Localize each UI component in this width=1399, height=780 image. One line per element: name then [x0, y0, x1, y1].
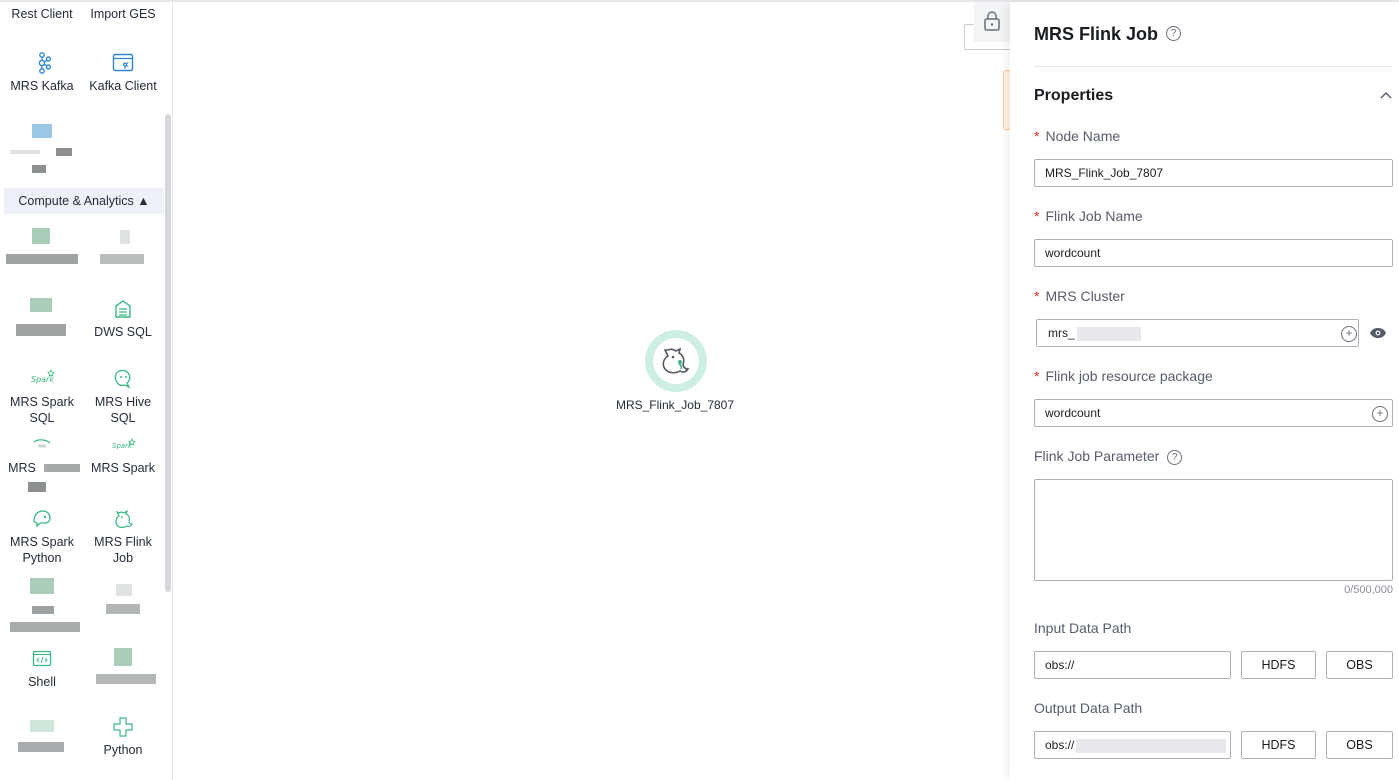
palette-item-mrs-spark-sql[interactable]: Spark MRS Spark SQL: [2, 368, 82, 426]
mrs-cluster-select[interactable]: mrs_: [1036, 319, 1359, 347]
redacted-text: [1076, 326, 1141, 341]
palette-item-label: MRS: [8, 461, 36, 475]
palette-item-label: MRS Spark: [91, 461, 155, 475]
node-palette: Rest Client Import GES MRS Kafka Kafka C…: [2, 2, 173, 780]
kafka-icon: [2, 52, 82, 74]
output-obs-button[interactable]: OBS: [1326, 731, 1393, 759]
canvas-lock-button[interactable]: [974, 2, 1010, 42]
palette-scrollbar[interactable]: [164, 2, 172, 780]
field-label-text: MRS Cluster: [1045, 288, 1125, 304]
add-resource-icon[interactable]: +: [1372, 406, 1388, 422]
eye-icon[interactable]: [1369, 326, 1387, 343]
palette-item-shell[interactable]: Shell: [2, 648, 82, 690]
field-label-job-parameter: Flink Job Parameter?: [1034, 448, 1183, 465]
resource-package-select[interactable]: wordcount: [1034, 399, 1393, 427]
field-label-flink-job-name: * Flink Job Name: [1034, 208, 1143, 224]
hadoop-icon: [2, 438, 82, 456]
panel-title: MRS Flink Job?: [1034, 24, 1182, 45]
palette-item-mrs-flink-job[interactable]: MRS Flink Job: [83, 508, 163, 566]
input-obs-button[interactable]: OBS: [1326, 651, 1393, 679]
spark-icon: Spark: [2, 368, 82, 390]
flink-job-name-input[interactable]: wordcount: [1034, 239, 1393, 267]
field-label-input-path: Input Data Path: [1034, 620, 1131, 636]
section-title-properties: Properties: [1034, 87, 1114, 104]
input-hdfs-button[interactable]: HDFS: [1241, 651, 1316, 679]
field-label-mrs-cluster: * MRS Cluster: [1034, 288, 1125, 304]
palette-item-label: Rest Client: [11, 7, 73, 21]
chevron-up-icon[interactable]: [1378, 88, 1394, 104]
input-path-input[interactable]: obs://: [1034, 651, 1231, 679]
svg-text:Spark: Spark: [112, 442, 133, 450]
section-header-label: Compute & Analytics ▲: [18, 194, 150, 208]
panel-title-text: MRS Flink Job: [1034, 24, 1159, 44]
database-icon: [83, 298, 163, 320]
help-icon[interactable]: ?: [1166, 25, 1182, 41]
job-parameter-textarea[interactable]: [1034, 479, 1393, 581]
workflow-node-mrs-flink-job[interactable]: [645, 330, 707, 392]
palette-item-label: MRS Hive SQL: [94, 395, 152, 425]
palette-item-mrs-kafka[interactable]: MRS Kafka: [2, 52, 82, 94]
redacted-text: [1076, 738, 1227, 753]
palette-item-mrs-spark-python[interactable]: MRS Spark Python: [2, 508, 82, 566]
shell-icon: [2, 648, 82, 670]
output-hdfs-button[interactable]: HDFS: [1241, 731, 1316, 759]
workflow-node-label: MRS_Flink_Job_7807: [615, 398, 735, 412]
palette-item-mrs-hive-sql[interactable]: MRS Hive SQL: [83, 368, 163, 426]
palette-item-label: MRS Spark SQL: [10, 395, 74, 425]
palette-item-import-ges[interactable]: Import GES: [83, 6, 163, 22]
palette-item-rest-client[interactable]: Rest Client: [2, 6, 82, 22]
palette-item-label: Kafka Client: [89, 79, 157, 93]
palette-item-mrs-partial[interactable]: MRS: [2, 438, 82, 492]
flink-icon: [83, 508, 163, 530]
divider: [1034, 66, 1393, 67]
field-label-text: Flink Job Name: [1045, 208, 1143, 224]
spark-icon: Spark: [83, 438, 163, 456]
character-counter: 0/500,000: [1344, 584, 1393, 596]
lock-icon: [984, 11, 1000, 31]
required-asterisk: *: [1034, 288, 1040, 304]
required-asterisk: *: [1034, 208, 1040, 224]
properties-panel: MRS Flink Job? Properties * Node Name MRS…: [1010, 2, 1399, 780]
palette-item-label: DWS SQL: [94, 325, 152, 339]
field-label-output-path: Output Data Path: [1034, 700, 1142, 716]
palette-item-label: MRS Flink Job: [94, 535, 152, 565]
flink-squirrel-icon: [662, 347, 690, 374]
field-label-text: Flink Job Parameter: [1034, 448, 1160, 464]
palette-item-mrs-spark[interactable]: Spark MRS Spark: [83, 438, 163, 476]
kafka-client-icon: [83, 52, 163, 74]
palette-item-label: MRS Spark Python: [10, 535, 74, 565]
field-label-text: Output Data Path: [1034, 700, 1143, 716]
output-path-value: obs://: [1045, 738, 1075, 752]
field-label-node-name: * Node Name: [1034, 128, 1120, 144]
mrs-cluster-value: mrs_: [1048, 326, 1075, 340]
input-path-value: obs://: [1045, 658, 1075, 672]
add-cluster-icon[interactable]: +: [1341, 326, 1357, 342]
palette-item-label: Shell: [28, 675, 56, 689]
output-path-input[interactable]: obs://: [1034, 731, 1231, 759]
palette-item-kafka-client[interactable]: Kafka Client: [83, 52, 163, 94]
field-label-text: Input Data Path: [1034, 620, 1132, 636]
palette-item-label: MRS Kafka: [10, 79, 74, 93]
palette-item-python[interactable]: Python: [83, 716, 163, 758]
palette-item-label: Import GES: [90, 7, 156, 21]
python-icon: [83, 716, 163, 738]
palette-item-label: Python: [103, 743, 143, 757]
section-header-compute-analytics[interactable]: Compute & Analytics ▲: [4, 188, 164, 214]
python-spark-icon: [2, 508, 82, 530]
palette-item-dws-sql[interactable]: DWS SQL: [83, 298, 163, 340]
field-label-text: Flink job resource package: [1045, 368, 1213, 384]
workflow-canvas[interactable]: Enter MRS_Flink_Job_7807: [173, 2, 1011, 780]
field-label-resource-package: * Flink job resource package: [1034, 368, 1213, 384]
required-asterisk: *: [1034, 368, 1040, 384]
palette-scrollbar-thumb[interactable]: [165, 114, 171, 592]
required-asterisk: *: [1034, 128, 1040, 144]
field-label-text: Node Name: [1045, 128, 1121, 144]
svg-text:Spark: Spark: [31, 375, 54, 384]
hive-icon: [83, 368, 163, 390]
node-name-input[interactable]: MRS_Flink_Job_7807: [1034, 159, 1393, 187]
help-icon[interactable]: ?: [1167, 449, 1183, 465]
